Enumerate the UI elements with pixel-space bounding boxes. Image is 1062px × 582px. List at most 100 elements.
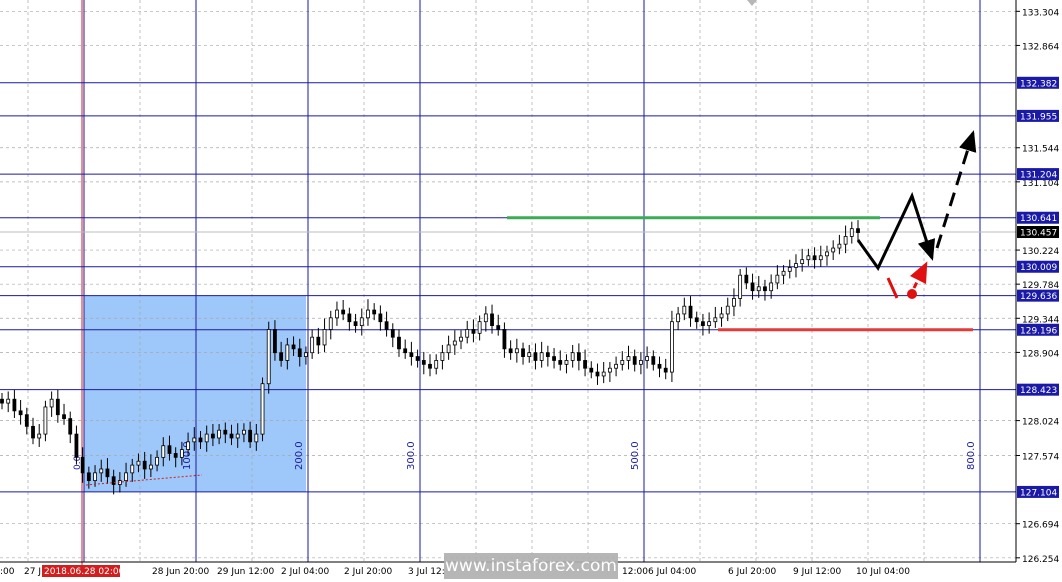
candle-body	[440, 352, 445, 361]
candle-body	[86, 472, 91, 482]
level-label: 128.423	[1020, 386, 1057, 396]
candle-body	[825, 251, 829, 257]
candle-body	[310, 336, 315, 354]
candle-body	[198, 437, 203, 443]
candle-body	[229, 433, 234, 439]
level-label: 129.636	[1020, 292, 1057, 302]
candle-body	[744, 274, 749, 284]
candle-body	[651, 356, 656, 365]
price-tick-label: 127.574	[1022, 452, 1059, 462]
candle-body	[477, 321, 482, 334]
candle-body	[521, 348, 525, 357]
candle-body	[471, 329, 476, 334]
candle-body	[657, 363, 662, 369]
level-label: 132.382	[1020, 79, 1057, 89]
price-tick-label: 126.254	[1022, 555, 1059, 565]
candle-body	[378, 313, 383, 323]
time-tick-label: 6 Jul 04:00	[648, 567, 697, 577]
candle-body	[663, 367, 668, 373]
candle-body	[645, 356, 650, 361]
candle-body	[130, 464, 135, 474]
candle-body	[136, 460, 141, 466]
candle-body	[248, 429, 253, 443]
candle-body	[843, 236, 848, 245]
chart-background	[0, 0, 1062, 582]
period-label: 500.0	[630, 441, 641, 470]
candle-body	[347, 313, 352, 323]
candle-body	[111, 476, 116, 485]
candle-body	[688, 305, 693, 319]
candle-body	[74, 433, 79, 458]
candle-body	[781, 270, 786, 276]
candle-body	[242, 429, 246, 435]
candle-body	[266, 329, 271, 385]
period-label: 800.0	[966, 441, 977, 470]
candle-body	[725, 305, 730, 315]
candle-body	[670, 321, 674, 373]
candle-body	[496, 325, 501, 330]
candle-body	[316, 336, 321, 346]
candle-body	[62, 414, 66, 419]
candle-body	[55, 398, 60, 416]
candle-body	[818, 255, 823, 261]
candle-body	[105, 468, 110, 478]
candle-body	[335, 309, 339, 319]
price-chart[interactable]: 100.0 200.0 300.0 500.0 800.00.0133.304132.8…	[0, 0, 1062, 582]
candle-body	[254, 433, 259, 443]
time-tick-label: :00	[0, 567, 15, 577]
candle-body	[558, 360, 563, 365]
candle-body	[0, 398, 4, 404]
candle-body	[409, 352, 414, 357]
candle-body	[707, 321, 712, 326]
candle-body	[403, 348, 408, 354]
candle-body	[297, 348, 302, 357]
candle-body	[291, 344, 296, 350]
candle-body	[179, 449, 184, 458]
candle-body	[260, 383, 265, 435]
candle-body	[756, 286, 761, 292]
candle-body	[186, 441, 190, 450]
candle-body	[527, 352, 532, 357]
candle-body	[465, 329, 470, 338]
candle-body	[856, 228, 860, 233]
candle-body	[192, 437, 197, 443]
candle-body	[601, 371, 606, 377]
price-tick-label: 131.544	[1022, 145, 1059, 155]
price-tick-label: 133.304	[1022, 8, 1059, 18]
candle-body	[490, 313, 494, 326]
price-tick-label: 128.024	[1022, 418, 1059, 428]
candle-body	[384, 321, 389, 330]
candle-body	[533, 352, 538, 361]
candle-body	[80, 456, 85, 474]
candle-body	[750, 282, 755, 292]
candle-body	[428, 363, 432, 369]
candle-body	[694, 317, 699, 323]
candle-body	[99, 468, 104, 474]
candle-body	[483, 313, 488, 323]
candle-body	[148, 464, 153, 470]
candle-body	[738, 274, 743, 299]
candle-body	[37, 433, 42, 439]
candle-body	[508, 348, 513, 354]
current-price-label: 130.457	[1020, 229, 1057, 239]
candle-body	[614, 363, 618, 369]
time-tick-label: 2 Jul 20:00	[344, 567, 393, 577]
candle-body	[849, 228, 854, 237]
candle-body	[812, 255, 817, 261]
candle-body	[353, 321, 358, 326]
candle-body	[223, 429, 228, 435]
candle-body	[719, 313, 724, 319]
candle-body	[31, 425, 35, 439]
time-tick-label: 10 Jul 04:00	[856, 567, 910, 577]
candle-body	[366, 309, 370, 319]
candle-body	[304, 352, 308, 357]
level-label: 130.009	[1020, 263, 1057, 273]
candle-body	[620, 360, 625, 365]
candle-body	[273, 329, 277, 354]
price-tick-label: 132.864	[1022, 42, 1059, 52]
candle-body	[676, 313, 681, 323]
price-tick-label: 128.904	[1022, 349, 1059, 359]
candle-body	[328, 317, 333, 330]
candle-body	[769, 282, 774, 292]
candle-body	[124, 472, 128, 482]
